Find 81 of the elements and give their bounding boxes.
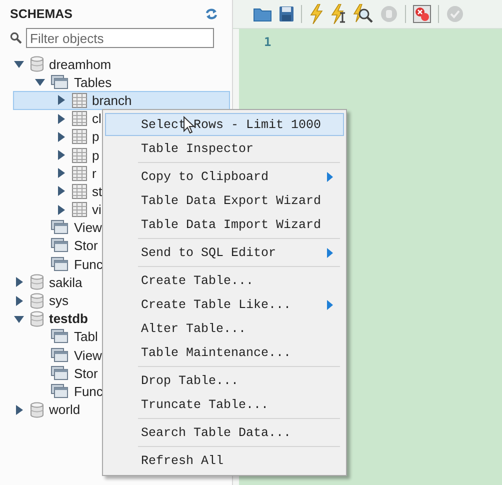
collapsed-arrow-icon[interactable] (14, 296, 24, 306)
tree-item-label[interactable]: vi (92, 202, 102, 218)
folder-stack-icon (51, 348, 69, 363)
menu-item[interactable]: Table Maintenance... (105, 341, 344, 364)
collapsed-arrow-icon[interactable] (14, 277, 24, 288)
lightning-icon[interactable] (309, 4, 323, 24)
collapsed-arrow-icon[interactable] (56, 186, 66, 196)
tree-item-label[interactable]: world (49, 402, 80, 418)
menu-item[interactable]: Search Table Data... (105, 421, 344, 444)
refresh-icon[interactable] (205, 8, 218, 20)
folder-stack-icon (51, 256, 69, 272)
menu-item[interactable]: Copy to Clipboard (105, 165, 344, 188)
line-number: 1 (264, 35, 272, 51)
database-icon (30, 292, 44, 309)
tree-item-label[interactable]: st (92, 184, 102, 199)
menu-item[interactable]: Send to SQL Editor (105, 241, 344, 264)
folder-stack-icon (51, 220, 69, 236)
collapsed-arrow-icon[interactable] (56, 95, 66, 106)
tree-item-label[interactable]: View (74, 220, 102, 236)
tree-item-label[interactable]: sys (49, 293, 68, 308)
table-grid-icon (72, 129, 87, 144)
database-icon (30, 402, 44, 418)
stop-icon (380, 5, 398, 23)
database-icon (30, 274, 44, 290)
collapsed-arrow-icon[interactable] (56, 132, 66, 142)
tree-item-label[interactable]: sakila (49, 274, 82, 290)
menu-item[interactable]: Table Data Export Wizard (105, 189, 344, 212)
tree-item-label[interactable]: branch (92, 92, 132, 108)
table-grid-icon (72, 92, 87, 108)
menu-item[interactable]: Drop Table... (105, 369, 344, 392)
table-grid-icon (72, 184, 87, 199)
menu-item[interactable]: Truncate Table... (105, 393, 344, 416)
collapsed-arrow-icon[interactable] (56, 114, 66, 124)
folder-stack-icon (51, 384, 69, 399)
table-grid-icon (72, 166, 87, 181)
cursor-icon (183, 116, 195, 134)
folder-icon[interactable] (253, 6, 272, 22)
tree-item-label[interactable]: Func (74, 256, 103, 272)
expanded-arrow-icon[interactable] (35, 77, 45, 88)
folder-stack-icon (51, 366, 69, 381)
database-icon (30, 56, 44, 72)
menu-item[interactable]: Table Data Import Wizard (105, 213, 344, 236)
menu-item[interactable]: Refresh All (105, 449, 344, 472)
folder-stack-icon (51, 74, 69, 90)
tree-item-label[interactable]: Stor (74, 238, 98, 254)
collapsed-arrow-icon[interactable] (56, 168, 66, 178)
filter-field[interactable]: Filter objects (26, 28, 214, 48)
menu-item[interactable]: Select Rows - Limit 1000 (105, 113, 344, 136)
menu-item[interactable]: Alter Table... (105, 317, 344, 340)
database-icon (30, 310, 44, 327)
table-grid-icon (72, 202, 87, 218)
check-icon (446, 5, 464, 23)
tree-item-label[interactable]: p (92, 148, 100, 163)
tree-item-label[interactable]: Tables (74, 74, 112, 90)
tree-item-label[interactable]: r (92, 166, 96, 181)
table-grid-icon (72, 111, 87, 126)
toggle-error-icon[interactable] (413, 5, 431, 23)
tree-item-label[interactable]: p (92, 129, 100, 144)
lightning-cursor-icon[interactable] (330, 4, 346, 24)
menu-item[interactable]: Create Table... (105, 269, 344, 292)
folder-stack-icon (51, 329, 69, 344)
tree-item-label[interactable]: View (74, 348, 102, 363)
tree-item-label[interactable]: Func (74, 384, 103, 399)
folder-stack-icon (51, 238, 69, 254)
search-icon (10, 32, 22, 44)
tree-item-label[interactable]: dreamhom (49, 56, 112, 72)
tree-item-label[interactable]: testdb (49, 311, 88, 326)
menu-item[interactable]: Create Table Like... (105, 293, 344, 316)
tree-item-label[interactable]: Tabl (74, 329, 98, 344)
tree-item-label[interactable]: cl (92, 111, 102, 126)
collapsed-arrow-icon[interactable] (56, 150, 66, 160)
collapsed-arrow-icon[interactable] (56, 204, 66, 215)
schemas-title: SCHEMAS (10, 7, 73, 21)
expanded-arrow-icon[interactable] (14, 59, 24, 70)
tree-item-label[interactable]: Stor (74, 366, 98, 381)
lightning-magnifier-icon[interactable] (353, 4, 373, 24)
expanded-arrow-icon[interactable] (14, 314, 24, 324)
menu-item[interactable]: Table Inspector (105, 137, 344, 160)
collapsed-arrow-icon[interactable] (14, 404, 24, 415)
table-grid-icon (72, 148, 87, 163)
save-icon[interactable] (279, 6, 294, 22)
